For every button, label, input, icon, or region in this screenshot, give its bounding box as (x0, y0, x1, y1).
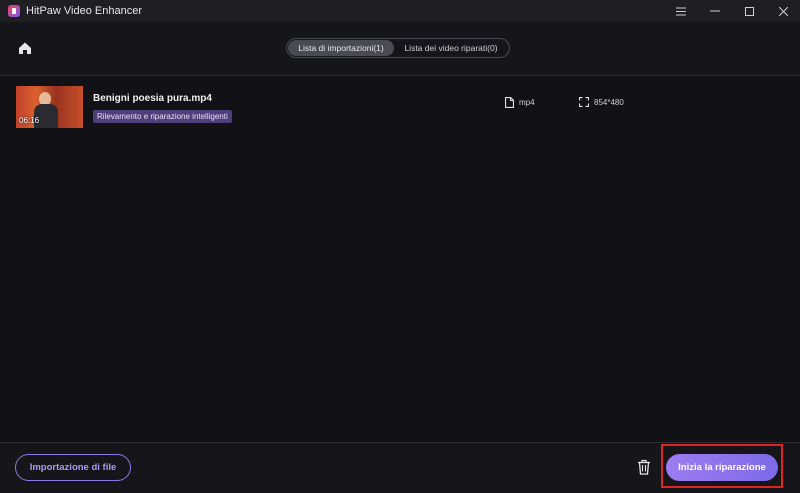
app-logo-icon (8, 5, 20, 17)
header: Lista di importazioni(1) Lista dei video… (0, 22, 800, 76)
minimize-icon (710, 10, 720, 12)
import-files-button[interactable]: Importazione di file (15, 454, 131, 481)
repair-mode-badge: Rilevamento e riparazione intelligenti (93, 110, 232, 123)
file-resolution-label: 854*480 (594, 97, 624, 107)
minimize-button[interactable] (698, 0, 732, 22)
delete-button[interactable] (636, 459, 652, 475)
file-icon (505, 97, 514, 108)
file-list: 06:16 Benigni poesia pura.mp4 Rilevament… (0, 76, 800, 442)
window-controls (664, 0, 800, 22)
start-repair-button[interactable]: Inizia la riparazione (666, 454, 778, 481)
list-item[interactable]: 06:16 Benigni poesia pura.mp4 Rilevament… (0, 84, 800, 130)
app-title: HitPaw Video Enhancer (26, 5, 142, 17)
close-button[interactable] (766, 0, 800, 22)
file-name: Benigni poesia pura.mp4 (93, 93, 212, 104)
home-button[interactable] (17, 40, 33, 56)
list-tabs: Lista di importazioni(1) Lista dei video… (286, 38, 510, 58)
tab-import-list[interactable]: Lista di importazioni(1) (288, 40, 394, 56)
maximize-button[interactable] (732, 0, 766, 22)
maximize-icon (744, 6, 754, 16)
menu-icon (676, 7, 686, 15)
resolution-icon (579, 97, 589, 107)
file-format-label: mp4 (519, 98, 535, 107)
trash-icon (638, 459, 650, 475)
file-resolution: 854*480 (579, 97, 624, 107)
home-icon (19, 42, 31, 54)
video-thumbnail[interactable]: 06:16 (16, 86, 83, 128)
file-format: mp4 (505, 97, 535, 108)
close-icon (778, 6, 788, 16)
footer: Importazione di file Inizia la riparazio… (0, 442, 800, 493)
title-bar: HitPaw Video Enhancer (0, 0, 800, 22)
tab-repaired-list[interactable]: Lista dei video riparati(0) (394, 40, 508, 56)
video-duration: 06:16 (19, 116, 40, 125)
menu-button[interactable] (664, 0, 698, 22)
